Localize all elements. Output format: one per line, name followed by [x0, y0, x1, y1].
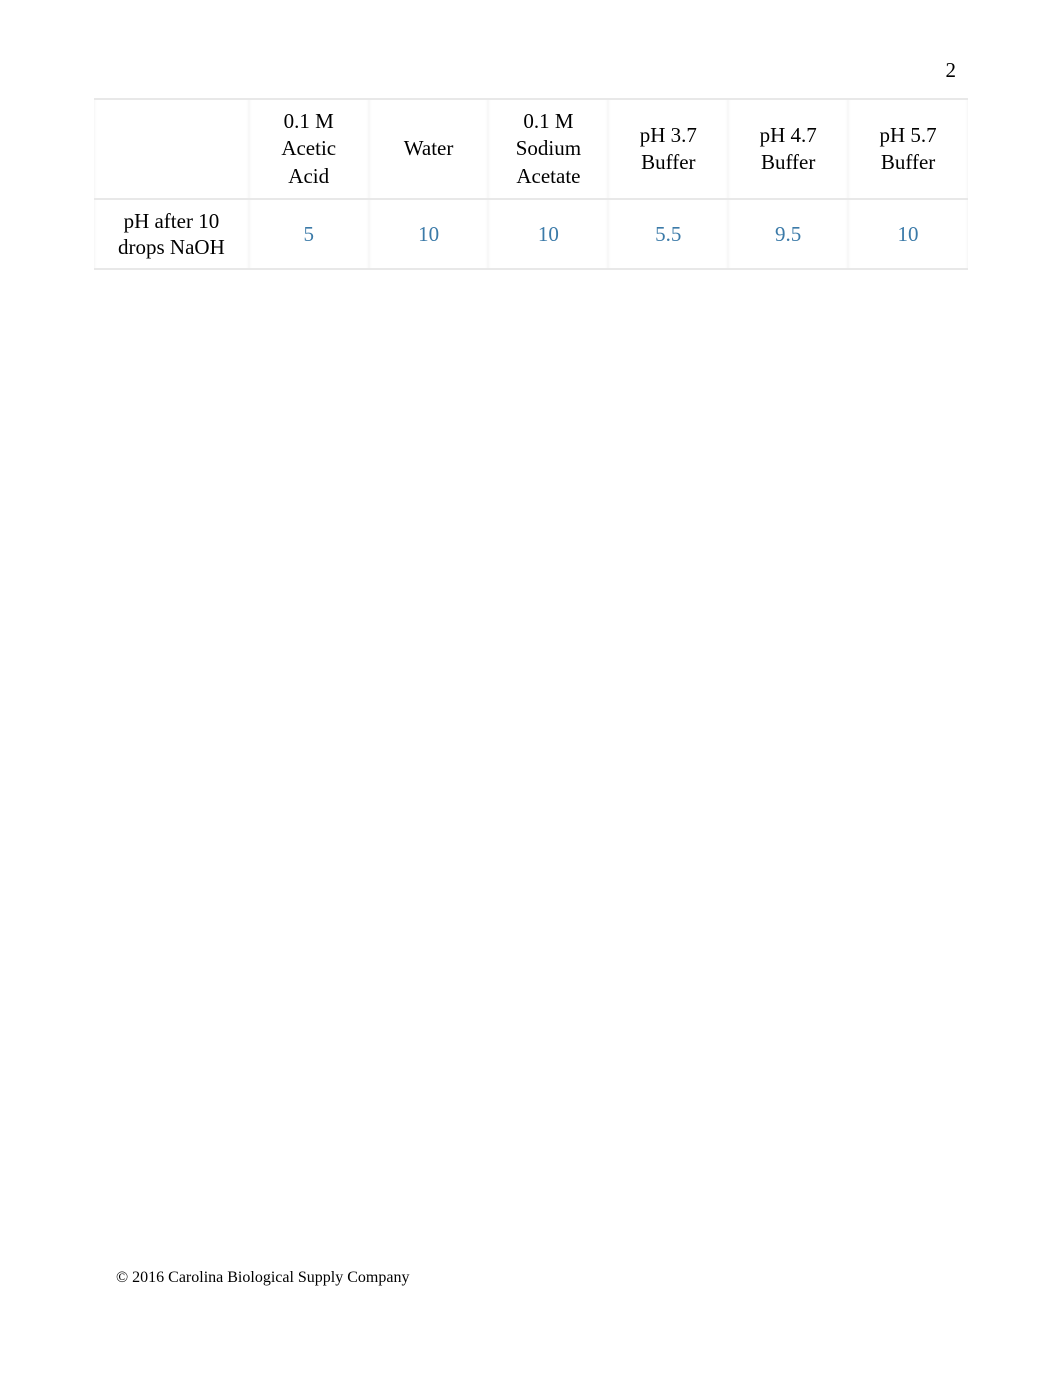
table-row-label: pH after 10drops NaOH	[94, 200, 249, 271]
data-table: 0.1 MAceticAcid Water 0.1 MSodiumAcetate…	[94, 98, 968, 270]
table-cell-ph57-buffer: 10	[848, 200, 968, 271]
footer-copyright: © 2016 Carolina Biological Supply Compan…	[116, 1269, 409, 1287]
table-header-ph37-buffer: pH 3.7Buffer	[608, 98, 728, 200]
table-header-row: 0.1 MAceticAcid Water 0.1 MSodiumAcetate…	[94, 98, 968, 200]
table-row: pH after 10drops NaOH 5 10 10 5.5 9.5 10	[94, 200, 968, 271]
table-header-ph57-buffer: pH 5.7Buffer	[848, 98, 968, 200]
page-number: 2	[946, 58, 957, 83]
table-header-acetic-acid: 0.1 MAceticAcid	[249, 98, 369, 200]
data-table-container: 0.1 MAceticAcid Water 0.1 MSodiumAcetate…	[94, 98, 968, 270]
table-header-water: Water	[369, 98, 489, 200]
table-header-blank	[94, 98, 249, 200]
table-cell-ph37-buffer: 5.5	[608, 200, 728, 271]
table-cell-sodium-acetate: 10	[488, 200, 608, 271]
table-cell-water: 10	[369, 200, 489, 271]
table-header-sodium-acetate: 0.1 MSodiumAcetate	[488, 98, 608, 200]
table-cell-acetic-acid: 5	[249, 200, 369, 271]
table-header-ph47-buffer: pH 4.7Buffer	[728, 98, 848, 200]
table-cell-ph47-buffer: 9.5	[728, 200, 848, 271]
